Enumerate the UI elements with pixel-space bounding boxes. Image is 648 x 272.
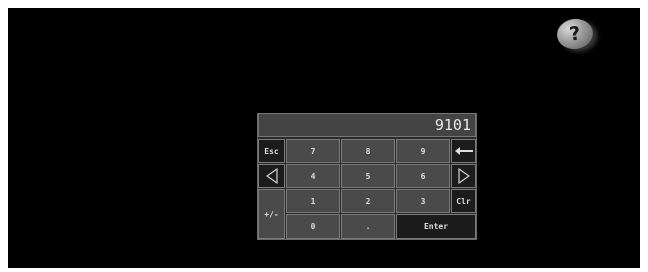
digit-7-button[interactable]: 7 [286,139,340,163]
enter-button[interactable]: Enter [396,214,476,239]
cursor-right-button[interactable] [451,164,476,188]
digit-5-button[interactable]: 5 [341,164,395,188]
help-question-icon: ? [568,22,582,46]
left-triangle-icon [265,168,278,184]
decimal-point-button[interactable]: . [341,214,395,239]
keypad-display: 9101 [258,113,476,137]
digit-3-button[interactable]: 3 [396,189,450,213]
digit-6-button[interactable]: 6 [396,164,450,188]
digit-0-button[interactable]: 0 [286,214,340,239]
digit-4-button[interactable]: 4 [286,164,340,188]
plus-minus-button[interactable]: +/- [258,189,285,239]
digit-2-button[interactable]: 2 [341,189,395,213]
esc-button[interactable]: Esc [258,139,285,163]
backspace-button[interactable] [451,139,476,163]
right-triangle-icon [457,168,470,184]
digit-8-button[interactable]: 8 [341,139,395,163]
left-arrow-icon [454,147,473,155]
digit-9-button[interactable]: 9 [396,139,450,163]
clear-button[interactable]: Clr [451,189,476,213]
cursor-left-button[interactable] [258,164,285,188]
digit-1-button[interactable]: 1 [286,189,340,213]
